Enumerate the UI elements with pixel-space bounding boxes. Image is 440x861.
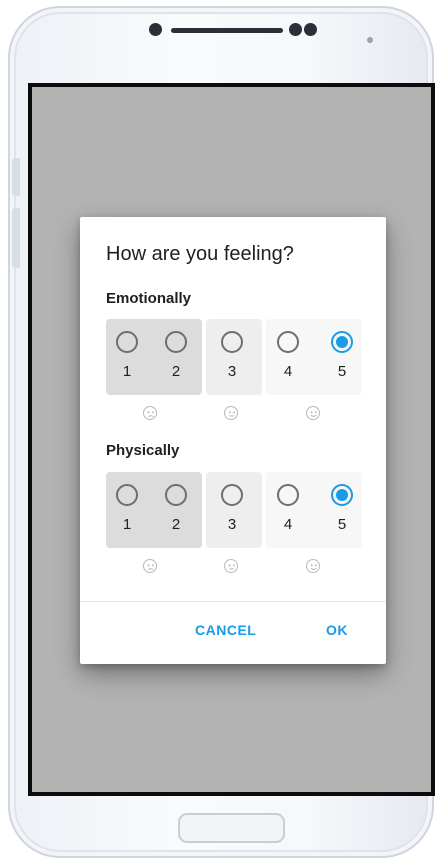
- radio-button[interactable]: [165, 331, 187, 353]
- volume-button-lower: [12, 208, 20, 268]
- earpiece-speaker: [171, 28, 283, 33]
- radio-button[interactable]: [165, 484, 187, 506]
- rating-option-2[interactable]: 2: [157, 472, 197, 548]
- radio-button[interactable]: [221, 484, 243, 506]
- rating-option-label: 5: [337, 363, 347, 380]
- rating-option-label: 4: [283, 363, 293, 380]
- radio-button[interactable]: [277, 331, 299, 353]
- rating-option-4[interactable]: 4: [269, 319, 309, 395]
- radio-button[interactable]: [221, 331, 243, 353]
- feeling-dialog: How are you feeling? Emotionally 1 2 3 4…: [80, 217, 386, 664]
- rating-option-4[interactable]: 4: [269, 472, 309, 548]
- neutral-face-icon: [224, 559, 238, 573]
- rating-row-emotionally: 1 2 3 4 5: [106, 319, 362, 395]
- rating-option-2[interactable]: 2: [157, 319, 197, 395]
- rating-option-label: 1: [122, 516, 132, 533]
- rating-option-label: 4: [283, 516, 293, 533]
- rating-option-label: 2: [171, 363, 181, 380]
- radio-button-selected[interactable]: [331, 331, 353, 353]
- rating-option-label: 3: [227, 363, 237, 380]
- section-label-emotionally: Emotionally: [106, 290, 192, 307]
- rating-option-1[interactable]: 1: [108, 319, 148, 395]
- proximity-sensor: [367, 37, 373, 43]
- rating-option-label: 5: [337, 516, 347, 533]
- volume-button: [12, 158, 20, 196]
- sensor-dot-icon: [304, 23, 317, 36]
- radio-button-selected[interactable]: [331, 484, 353, 506]
- radio-button[interactable]: [116, 484, 138, 506]
- rating-option-3[interactable]: 3: [213, 472, 253, 548]
- rating-option-5[interactable]: 5: [323, 472, 363, 548]
- rating-option-5[interactable]: 5: [323, 319, 363, 395]
- rating-option-label: 1: [122, 363, 132, 380]
- sad-face-icon: [143, 559, 157, 573]
- radio-button[interactable]: [277, 484, 299, 506]
- dialog-divider: [80, 601, 386, 602]
- ok-button[interactable]: OK: [326, 622, 348, 638]
- rating-option-3[interactable]: 3: [213, 319, 253, 395]
- rating-option-label: 3: [227, 516, 237, 533]
- front-camera-icon: [149, 23, 162, 36]
- dialog-title: How are you feeling?: [106, 243, 294, 265]
- rating-row-physically: 1 2 3 4 5: [106, 472, 362, 548]
- home-button[interactable]: [178, 813, 285, 843]
- happy-face-icon: [306, 559, 320, 573]
- cancel-button[interactable]: CANCEL: [195, 622, 256, 638]
- section-label-physically: Physically: [106, 442, 180, 459]
- sensor-dot-icon: [289, 23, 302, 36]
- radio-button[interactable]: [116, 331, 138, 353]
- rating-option-1[interactable]: 1: [108, 472, 148, 548]
- sad-face-icon: [143, 406, 157, 420]
- neutral-face-icon: [224, 406, 238, 420]
- happy-face-icon: [306, 406, 320, 420]
- rating-option-label: 2: [171, 516, 181, 533]
